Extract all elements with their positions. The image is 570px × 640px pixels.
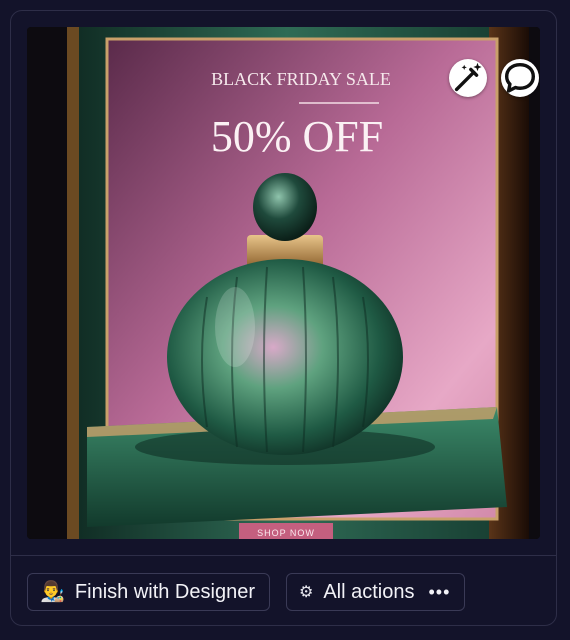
finish-with-designer-button[interactable]: 👨‍🎨 Finish with Designer — [27, 573, 270, 611]
all-actions-button[interactable]: ⚙ All actions ••• — [285, 573, 466, 611]
ad-offer: 50% OFF — [211, 112, 383, 161]
image-result-card: BLACK FRIDAY SALE 50% OFF SHOP NOW — [10, 10, 557, 626]
comment-bubble-icon — [504, 62, 536, 93]
ad-headline: BLACK FRIDAY SALE — [211, 69, 391, 89]
magic-edit-icon — [454, 62, 482, 92]
magic-edit-button[interactable] — [449, 59, 487, 97]
gear-icon: ⚙ — [298, 584, 314, 601]
comment-button[interactable] — [501, 59, 539, 97]
action-row: 👨‍🎨 Finish with Designer ⚙ All actions •… — [27, 573, 466, 611]
more-icon: ••• — [428, 581, 451, 602]
designer-emoji-icon: 👨‍🎨 — [40, 581, 65, 603]
finish-with-designer-label: Finish with Designer — [74, 580, 255, 603]
ad-cta: SHOP NOW — [257, 528, 315, 538]
generated-image[interactable]: BLACK FRIDAY SALE 50% OFF SHOP NOW — [27, 27, 540, 539]
all-actions-label: All actions — [323, 580, 415, 603]
card-divider — [11, 555, 556, 556]
